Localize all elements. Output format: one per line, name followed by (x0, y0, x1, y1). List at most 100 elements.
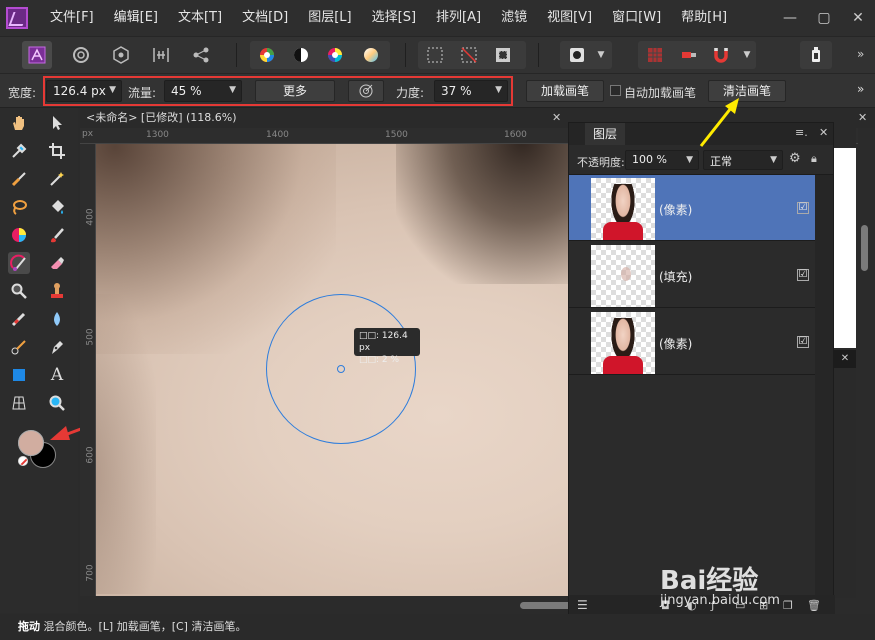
watermark-brand: Bai经验 (660, 566, 759, 596)
photo-persona-button[interactable] (22, 41, 52, 69)
rectangle-tool-icon[interactable] (8, 364, 30, 386)
hsl-icon[interactable] (320, 41, 350, 69)
text-tool-icon[interactable]: A (46, 364, 68, 386)
menu-filter[interactable]: 滤镜 (491, 0, 537, 36)
menu-text[interactable]: 文本[T] (168, 0, 232, 36)
paint-brush-icon[interactable] (46, 224, 68, 246)
opacity-field[interactable]: 100 % ▼ (625, 150, 699, 170)
menu-edit[interactable]: 编辑[E] (104, 0, 168, 36)
close-icon[interactable]: ✕ (858, 108, 867, 128)
auto-load-checkbox[interactable] (610, 85, 621, 96)
minimize-button[interactable]: — (773, 0, 807, 36)
ruler-tick: 1500 (385, 130, 408, 140)
hand-tool-icon[interactable] (8, 112, 30, 134)
invert-selection-icon[interactable] (488, 41, 518, 69)
width-field[interactable]: 126.4 px ▼ (46, 80, 122, 102)
fill-tool-icon[interactable] (46, 196, 68, 218)
lasso-tool-icon[interactable] (8, 196, 30, 218)
yellow-arrow-annotation (699, 98, 739, 147)
pressure-button[interactable] (348, 80, 384, 102)
flow-field[interactable]: 45 % ▼ (164, 80, 242, 102)
dodge-tool-icon[interactable] (8, 280, 30, 302)
color-picker-icon[interactable] (8, 140, 30, 162)
maximize-button[interactable]: ▢ (807, 0, 841, 36)
menu-bar: 文件[F] 编辑[E] 文本[T] 文档[D] 图层[L] 选择[S] 排列[A… (0, 0, 875, 36)
selection-brush-icon[interactable] (8, 168, 30, 190)
close-icon[interactable]: ✕ (834, 350, 856, 368)
menu-view[interactable]: 视图[V] (537, 0, 602, 36)
chevron-down-icon[interactable]: ▼ (592, 41, 610, 69)
opacity-label: 不透明度: (577, 156, 625, 169)
mesh-warp-icon[interactable] (8, 392, 30, 414)
menu-window[interactable]: 窗口[W] (602, 0, 671, 36)
healing-brush-icon[interactable] (8, 308, 30, 330)
tab-layers[interactable]: 图层 (585, 123, 626, 145)
more-button[interactable]: 更多 (255, 80, 335, 102)
magnet-icon[interactable] (706, 41, 736, 69)
menu-document[interactable]: 文档[D] (232, 0, 298, 36)
levels-icon[interactable] (252, 41, 282, 69)
toolbar-overflow-icon[interactable]: » (857, 47, 864, 61)
load-brush-button[interactable]: 加载画笔 (526, 80, 604, 102)
visibility-checkbox[interactable]: ☑ (797, 269, 809, 281)
blur-brush-icon[interactable] (46, 308, 68, 330)
deselect-icon[interactable] (454, 41, 484, 69)
layers-scrollbar[interactable] (815, 175, 833, 619)
retouch-brush-icon[interactable] (8, 336, 30, 358)
grid-icon[interactable] (640, 41, 670, 69)
status-bar: 拖动 混合颜色。[L] 加载画笔，[C] 清洁画笔。 (0, 614, 875, 640)
snap-icon[interactable] (674, 41, 704, 69)
quick-mask-icon[interactable] (562, 41, 592, 69)
close-button[interactable]: ✕ (841, 0, 875, 36)
panel-menu-icon[interactable]: ≡. (795, 126, 808, 139)
magic-wand-icon[interactable] (46, 168, 68, 190)
pen-tool-icon[interactable] (46, 336, 68, 358)
menu-layer[interactable]: 图层[L] (298, 0, 361, 36)
layer-row[interactable]: (填充) ☑ (569, 242, 815, 308)
crop-tool-icon[interactable] (46, 140, 68, 162)
force-field[interactable]: 37 % ▼ (434, 80, 508, 102)
blend-mode-select[interactable]: 正常 ▼ (703, 150, 783, 170)
ruler-tick: 1400 (266, 130, 289, 140)
lock-icon[interactable]: 🔒︎ (811, 152, 817, 166)
gradient-tool-icon[interactable] (8, 224, 30, 246)
ruler-vertical: 400 500 600 700 (80, 144, 96, 596)
gear-icon[interactable]: ⚙ (789, 151, 801, 166)
develop-persona-button[interactable] (106, 41, 136, 69)
brush-tooltip: □□: 126.4 px □□: 2 % (354, 328, 420, 365)
mixer-brush-icon[interactable] (8, 252, 30, 274)
erase-brush-icon[interactable] (46, 252, 68, 274)
menu-select[interactable]: 选择[S] (362, 0, 426, 36)
scrollbar-vertical[interactable] (858, 128, 875, 598)
context-overflow-icon[interactable]: » (857, 82, 864, 96)
ruler-tick: 1600 (504, 130, 527, 140)
menu-help[interactable]: 帮助[H] (671, 0, 737, 36)
layer-name: (像素) (659, 203, 693, 217)
brush-tooltip-flow: □□: 2 % (359, 355, 400, 365)
scrollbar-thumb[interactable] (861, 225, 868, 271)
force-label: 力度: (396, 86, 425, 100)
menu-arrange[interactable]: 排列[A] (426, 0, 491, 36)
duplicate-icon[interactable]: ❐ (783, 599, 793, 612)
visibility-checkbox[interactable]: ☑ (797, 336, 809, 348)
chevron-down-icon[interactable]: ▼ (738, 41, 756, 69)
close-icon[interactable]: ✕ (819, 126, 828, 139)
menu-file[interactable]: 文件[F] (40, 0, 104, 36)
assistant-icon[interactable] (801, 41, 831, 69)
tone-mapping-persona-button[interactable] (146, 41, 176, 69)
white-balance-icon[interactable] (356, 41, 386, 69)
layer-thumbnail (591, 178, 655, 240)
no-color-icon[interactable] (18, 456, 28, 466)
layer-row[interactable]: (像素) ☑ (569, 309, 815, 375)
liquify-persona-button[interactable] (66, 41, 96, 69)
black-white-icon[interactable] (286, 41, 316, 69)
layer-row[interactable]: (像素) ☑ (569, 175, 815, 241)
clone-stamp-icon[interactable] (46, 280, 68, 302)
export-persona-button[interactable] (186, 41, 216, 69)
move-tool-icon[interactable] (46, 112, 68, 134)
select-all-icon[interactable] (420, 41, 450, 69)
trash-icon[interactable]: 🗑︎ (807, 599, 821, 612)
close-icon[interactable]: ✕ (552, 108, 561, 128)
layers-stack-icon[interactable]: ☰ (577, 598, 588, 612)
visibility-checkbox[interactable]: ☑ (797, 202, 809, 214)
